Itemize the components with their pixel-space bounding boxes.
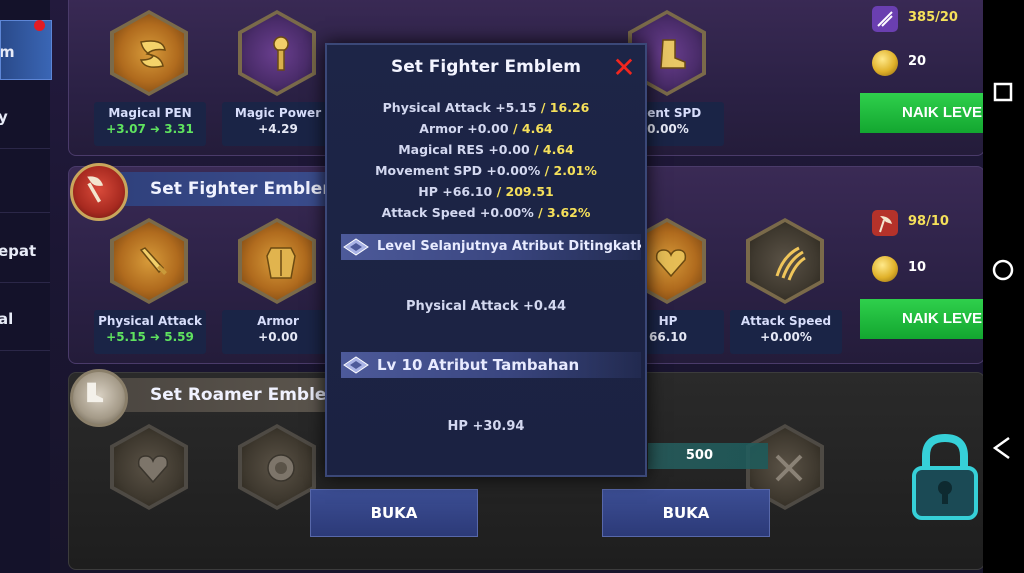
roamer-boot-icon [70,369,128,427]
panel-title: Set Roamer Emblem [150,385,345,405]
diamond-icon [343,238,369,256]
crossed-weapons-icon [775,454,803,482]
unlock-price: 500 [648,443,768,469]
emblem-detail-popup: Set Fighter Emblem ✕ Physical Attack +5.… [325,43,647,477]
side-menu-item-2[interactable]: y [0,86,50,149]
emblem-attack-speed[interactable]: Attack Speed +0.00% [730,218,842,354]
side-menu-item-1[interactable]: m [0,20,52,80]
emblem-physical-attack[interactable]: Physical Attack +5.15 ➜ 5.59 [94,218,206,354]
emblem-value: +4.29 [258,122,298,136]
fragment-count: 385/20 [908,10,958,25]
coin-count: 20 [908,54,927,69]
emblem-value: +0.00% [760,330,812,344]
unlock-button-2[interactable]: BUKA [602,489,770,537]
bonus-attribute-value: HP +30.94 [447,419,525,434]
attribute-row: Movement SPD +0.00% / 2.01% [375,163,597,178]
emblem-name: Magic Power [234,106,322,120]
arrow-right-icon: ➜ [150,122,161,136]
attribute-list: Physical Attack +5.15 / 16.26 Armor +0.0… [327,97,645,223]
shield-icon [267,454,295,482]
emblem-value: +0.00 [258,330,298,344]
magic-fragment-icon [872,6,898,32]
sword-icon [139,247,167,275]
fighter-axe-icon [70,163,128,221]
emblem-name: Magical PEN [108,106,192,120]
unlock-button-1[interactable]: BUKA [310,489,478,537]
emblem-name: Physical Attack [98,314,202,328]
emblem-current-value: +3.07 [106,122,146,136]
coin-count: 10 [908,260,927,275]
lock-icon [912,433,978,520]
attribute-row: Physical Attack +5.15 / 16.26 [382,100,590,115]
level-up-button[interactable]: NAIK LEVEL [860,299,983,339]
boot-icon [660,39,686,69]
emblem-name: Attack Speed [740,314,832,328]
fighter-fragment-icon [872,210,898,236]
emblem-magic-power[interactable]: Magic Power +4.29 [222,10,334,146]
side-menu-item-label: epat [0,242,37,260]
next-level-bonus: Physical Attack +0.44 [405,299,567,314]
emblem-current-value: +5.15 [106,330,146,344]
side-menu-item-label: m [0,43,15,61]
side-menu-item-label: al [0,310,14,328]
fragment-count: 98/10 [908,214,949,229]
arrow-right-icon: ➜ [150,330,161,344]
emblem-next-value: 5.59 [164,330,194,344]
level-up-button[interactable]: NAIK LEVEL [860,93,983,133]
armor-icon [266,247,296,279]
coin-icon [872,50,898,76]
claw-icon [775,246,806,281]
emblem-locked-1 [94,424,206,554]
home-icon[interactable] [989,256,1017,284]
emblem-next-value: 3.31 [164,122,194,136]
panel-title: Set Fighter Emblem [150,179,341,199]
notification-dot [34,20,45,31]
back-icon[interactable] [989,434,1017,462]
close-icon[interactable]: ✕ [610,54,638,83]
attribute-row: Attack Speed +0.00% / 3.62% [381,205,591,220]
side-menu-item-3[interactable] [0,150,50,213]
next-level-header: Level Selanjutnya Atribut Ditingkatkan [341,234,641,260]
game-screen: m y epat al Magical PEN +3.07 ➜ 3.31 [0,0,983,573]
magical-pen-icon [139,40,166,68]
diamond-icon [343,356,369,374]
side-menu-item-label: y [0,108,8,126]
popup-title: Set Fighter Emblem [390,57,582,77]
side-menu: m y epat al [0,0,52,573]
recent-apps-icon[interactable] [989,78,1017,106]
side-menu-item-4[interactable]: epat [0,220,50,283]
system-nav-bar [983,0,1024,573]
heart-icon [137,455,169,484]
emblem-name: Armor [257,314,299,328]
side-menu-item-5[interactable]: al [0,288,50,351]
emblem-armor[interactable]: Armor +0.00 [222,218,334,354]
attribute-row: Armor +0.00 / 4.64 [419,121,553,136]
heart-icon [655,249,687,278]
attribute-row: Magical RES +0.00 / 4.64 [398,142,574,157]
bonus-attribute-header: Lv 10 Atribut Tambahan [341,352,641,378]
magic-power-icon [273,36,289,71]
attribute-row: HP +66.10 / 209.51 [418,184,554,199]
coin-icon [872,256,898,282]
emblem-magical-pen[interactable]: Magical PEN +3.07 ➜ 3.31 [94,10,206,146]
